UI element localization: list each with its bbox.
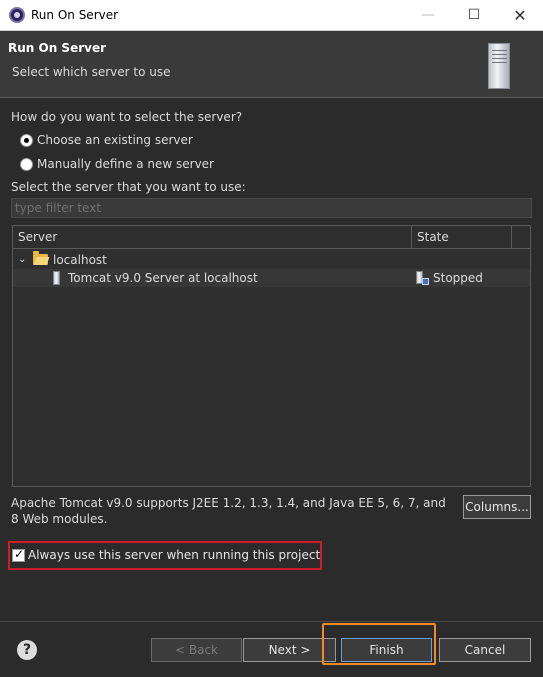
- filter-input[interactable]: [11, 198, 532, 218]
- dialog-title: Run On Server: [8, 41, 107, 55]
- radio-manually-define-label: Manually define a new server: [37, 157, 214, 171]
- folder-open-icon: [33, 251, 48, 265]
- cancel-button[interactable]: Cancel: [439, 638, 531, 662]
- row-state: Stopped: [433, 271, 483, 285]
- server-description: Apache Tomcat v9.0 supports J2EE 1.2, 1.…: [11, 496, 446, 526]
- row-name: Tomcat v9.0 Server at localhost: [68, 271, 258, 285]
- column-header-state[interactable]: State: [412, 226, 512, 249]
- table-row-tomcat[interactable]: Tomcat v9.0 Server at localhost Stopped: [13, 269, 530, 287]
- server-banner-icon: [488, 43, 510, 89]
- help-icon[interactable]: ?: [17, 640, 37, 660]
- radio-choose-existing-label: Choose an existing server: [37, 133, 193, 147]
- selection-question: How do you want to select the server?: [11, 110, 243, 124]
- window-title: Run On Server: [31, 8, 119, 22]
- minimize-button[interactable]: —: [405, 0, 451, 31]
- chevron-down-icon[interactable]: ⌄: [18, 251, 30, 269]
- column-header-server[interactable]: Server: [13, 226, 412, 249]
- always-use-checkbox[interactable]: [12, 547, 25, 562]
- columns-button[interactable]: Columns...: [463, 495, 531, 519]
- table-body: ⌄ localhost Tomcat v9.0 Server at localh…: [13, 249, 530, 486]
- back-button[interactable]: < Back: [151, 638, 242, 662]
- radio-manually-define[interactable]: Manually define a new server: [20, 155, 214, 173]
- radio-choose-existing[interactable]: Choose an existing server: [20, 131, 193, 149]
- server-stopped-icon: [416, 271, 429, 285]
- footer-separator: [0, 621, 543, 622]
- server-table[interactable]: Server State ⌄ localhost Tomcat v9.0 Ser…: [12, 225, 531, 487]
- dialog-header: Run On Server Select which server to use: [0, 31, 543, 98]
- close-button[interactable]: ✕: [497, 0, 543, 31]
- eclipse-app-icon: [9, 7, 25, 23]
- radio-checked-icon[interactable]: [20, 133, 33, 147]
- table-header: Server State: [13, 226, 530, 249]
- server-icon: [53, 271, 60, 285]
- title-bar: Run On Server — ☐ ✕: [0, 0, 543, 31]
- maximize-button[interactable]: ☐: [451, 0, 497, 31]
- always-use-label[interactable]: Always use this server when running this…: [28, 548, 320, 562]
- finish-button[interactable]: Finish: [341, 638, 432, 662]
- row-name: localhost: [53, 253, 107, 267]
- table-row-localhost[interactable]: ⌄ localhost: [13, 251, 530, 269]
- dialog-subtitle: Select which server to use: [12, 65, 171, 79]
- radio-unchecked-icon[interactable]: [20, 157, 33, 171]
- server-list-label: Select the server that you want to use:: [11, 180, 246, 194]
